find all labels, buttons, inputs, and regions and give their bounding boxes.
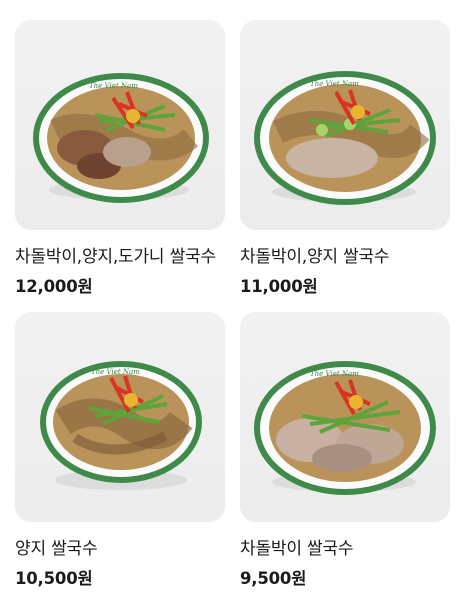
food-photo[interactable]: The Viet Nam bbox=[15, 20, 225, 230]
menu-item-name: 양지 쌀국수 bbox=[15, 539, 98, 559]
bowl-logo: The Viet Nam bbox=[89, 82, 138, 90]
menu-item-name: 차돌박이 쌀국수 bbox=[240, 539, 354, 559]
menu-item-price: 12,000원 bbox=[15, 277, 93, 296]
menu-item-price: 11,000원 bbox=[240, 277, 318, 296]
menu-item-price: 10,500원 bbox=[15, 569, 93, 588]
food-photo[interactable]: The Viet Nam bbox=[15, 312, 225, 522]
menu-item-name: 차돌박이,양지,도가니 쌀국수 bbox=[15, 247, 216, 267]
menu-grid: The Viet Nam 차돌박이,양지,도가니 쌀국수 12,000원 The… bbox=[0, 0, 466, 603]
bowl-logo: The Viet Nam bbox=[310, 370, 359, 378]
bowl-illustration: The Viet Nam bbox=[254, 71, 436, 205]
bowl-logo: The Viet Nam bbox=[91, 368, 140, 376]
bowl-illustration: The Viet Nam bbox=[33, 73, 209, 203]
bowl-illustration: The Viet Nam bbox=[40, 361, 202, 490]
menu-item-price: 9,500원 bbox=[240, 569, 307, 588]
bowl-logo: The Viet Nam bbox=[310, 80, 359, 88]
food-photo[interactable]: The Viet Nam bbox=[240, 312, 450, 522]
menu-item-name: 차돌박이,양지 쌀국수 bbox=[240, 247, 390, 267]
bowl-illustration: The Viet Nam bbox=[254, 361, 436, 495]
food-photo[interactable]: The Viet Nam bbox=[240, 20, 450, 230]
